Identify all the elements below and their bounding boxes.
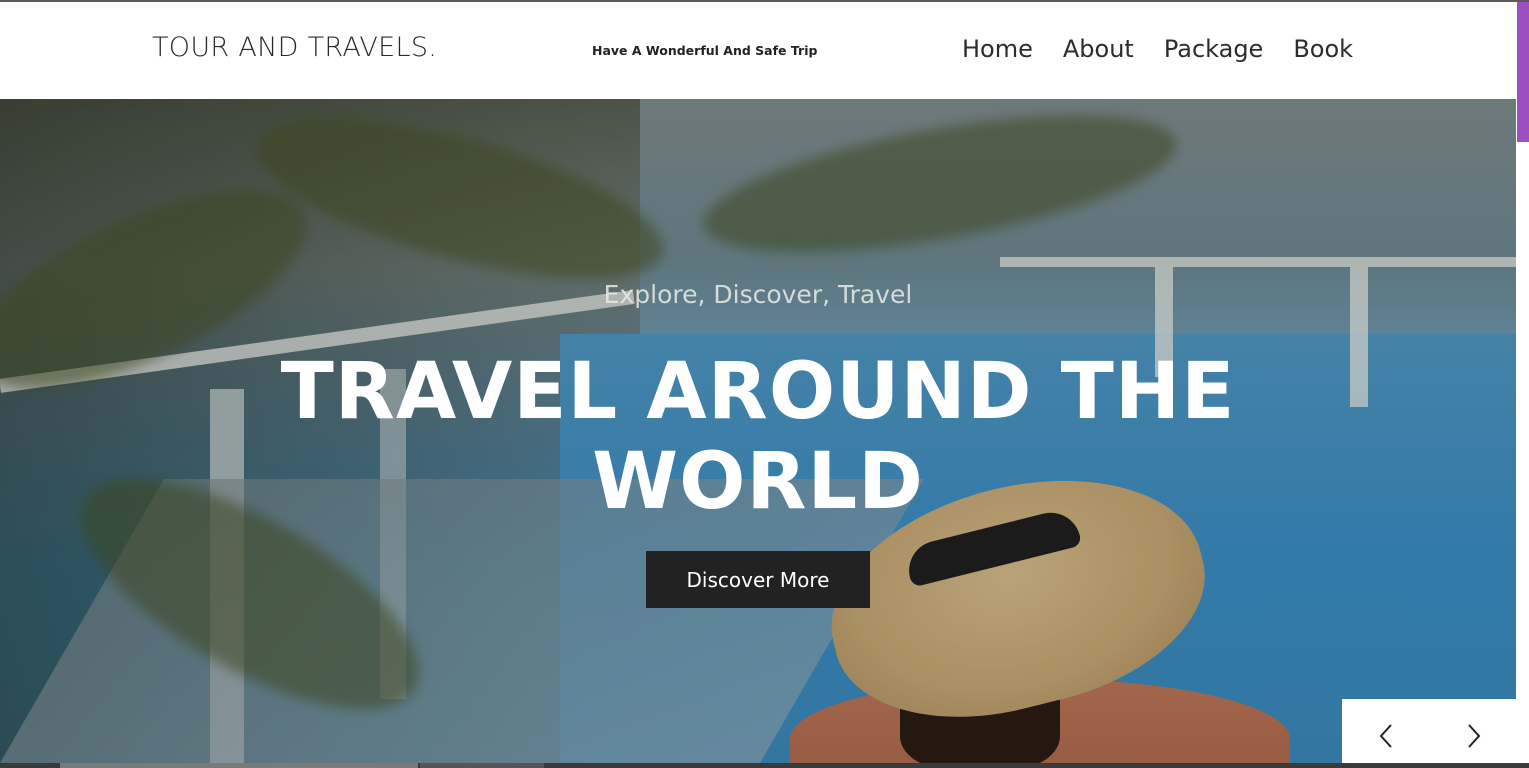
hero-banner: Explore, Discover, Travel TRAVEL AROUND … — [0, 99, 1516, 763]
scrollbar-thumb[interactable] — [1517, 2, 1529, 142]
hero-headline: TRAVEL AROUND THE WORLD — [280, 347, 1236, 527]
nav-home[interactable]: Home — [962, 35, 1033, 63]
hero-eyebrow: Explore, Discover, Travel — [603, 280, 913, 309]
discover-more-button[interactable]: Discover More — [646, 551, 870, 608]
slider-controls — [1342, 699, 1516, 763]
bottom-strip-segment — [420, 763, 544, 768]
nav-about[interactable]: About — [1063, 35, 1134, 63]
site-tagline: Have A Wonderful And Safe Trip — [592, 43, 818, 58]
bottom-strip — [0, 763, 1529, 768]
main-nav: Home About Package Book — [962, 35, 1353, 63]
bottom-strip-segment — [60, 763, 418, 768]
nav-book[interactable]: Book — [1293, 35, 1353, 63]
site-logo[interactable]: TOUR AND TRAVELS. — [152, 32, 437, 63]
chevron-left-icon[interactable] — [1372, 721, 1402, 751]
site-header: TOUR AND TRAVELS. Have A Wonderful And S… — [0, 2, 1516, 99]
chevron-right-icon[interactable] — [1458, 721, 1488, 751]
nav-package[interactable]: Package — [1164, 35, 1263, 63]
